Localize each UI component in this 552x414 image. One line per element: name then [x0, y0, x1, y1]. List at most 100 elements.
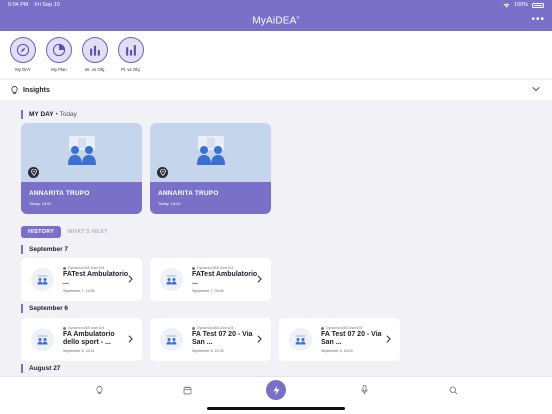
my-day-card[interactable]: ANNARITA TRUPO Today, 18:51: [21, 123, 142, 214]
history-tabs: HISTORY WHAT'S NEXT: [21, 226, 108, 238]
battery-icon: [532, 2, 544, 8]
chevron-down-icon[interactable]: [532, 86, 540, 92]
app-header: MyAiDEA® •••: [0, 10, 552, 31]
calendar-icon: [183, 386, 191, 394]
section-accent-bar: [21, 110, 23, 119]
section-accent-bar: [21, 304, 23, 313]
quick-action-label: My DAY: [15, 67, 31, 72]
visit-icon: [160, 328, 183, 351]
home-indicator[interactable]: [207, 407, 345, 410]
history-owner: Dynamics365 User104: [63, 326, 104, 330]
section-accent-bar: [21, 245, 23, 254]
chevron-right-icon[interactable]: [257, 335, 262, 343]
quick-actions: My DAY My Plan Int. vs Obj. Pl. vs Obj.: [0, 31, 552, 78]
status-bar: 5:04 PM Fri Sep 10 100%: [0, 0, 552, 10]
insights-bar[interactable]: Insights: [0, 80, 552, 100]
visit-icon: [160, 268, 183, 291]
history-date: September 6, 21:05: [192, 349, 224, 353]
quick-action-my-day[interactable]: My DAY: [10, 37, 36, 78]
owner-name: Dynamics365 User104: [68, 326, 105, 330]
compass-icon: [10, 37, 36, 63]
history-card[interactable]: Dynamics365 User104 FA Ambulatorio dello…: [21, 318, 142, 361]
chevron-right-icon[interactable]: [128, 275, 133, 283]
history-date: September 7, 14:54: [63, 289, 95, 293]
tab-whats-next[interactable]: WHAT'S NEXT: [67, 229, 108, 235]
app-brand: MyAiDEA®: [252, 15, 299, 26]
nav-calendar[interactable]: [180, 383, 194, 397]
owner-dot: [192, 326, 195, 330]
search-icon: [449, 386, 458, 395]
history-date-header: September 6: [21, 304, 68, 313]
lightbulb-icon: [95, 385, 103, 394]
my-day-label: MY DAY: [29, 111, 54, 118]
card-footer: ANNARITA TRUPO Today, 18:51: [21, 182, 142, 214]
history-card[interactable]: Dynamics365 User104 FATest Ambulatorio .…: [150, 258, 271, 301]
history-owner: Dynamics365 User104: [63, 266, 104, 270]
quick-action-label: Int. vs Obj.: [84, 67, 106, 72]
quick-action-my-plan[interactable]: My Plan: [46, 37, 72, 78]
chevron-right-icon[interactable]: [386, 335, 391, 343]
history-card[interactable]: Dynamics365 User104 FATest Ambulatorio .…: [21, 258, 142, 301]
owner-name: Dynamics365 User104: [326, 326, 363, 330]
bar-chart-icon: [82, 37, 108, 63]
history-card[interactable]: Dynamics365 User104 FA Test 07 20 - Via …: [279, 318, 400, 361]
location-pin-icon: [157, 167, 168, 178]
quick-action-int-vs-obj[interactable]: Int. vs Obj.: [82, 37, 108, 78]
battery-percent: 100%: [513, 2, 528, 8]
history-date-label: August 27: [29, 365, 61, 372]
nav-search[interactable]: [446, 383, 460, 397]
section-accent-bar: [21, 364, 23, 373]
appointment-time: Today, 18:24: [158, 201, 181, 206]
chevron-right-icon[interactable]: [128, 335, 133, 343]
visit-icon: [31, 268, 54, 291]
contact-name: ANNARITA TRUPO: [158, 190, 219, 197]
quick-action-label: My Plan: [51, 67, 67, 72]
history-title: FA Ambulatorio dello sport - ...: [63, 331, 115, 346]
history-date-label: September 6: [29, 305, 69, 312]
history-date: September 7, 09:46: [192, 289, 224, 293]
status-date: Fri Sep 10: [34, 2, 60, 8]
nav-home[interactable]: [266, 380, 286, 400]
history-date: September 6, 18:03: [321, 349, 353, 353]
history-date: September 6, 22:11: [63, 349, 95, 353]
history-title: FA Test 07 20 - Via San ...: [192, 331, 253, 346]
brand-name: MyAiDEA: [252, 15, 297, 27]
history-card[interactable]: Dynamics365 User104 FA Test 07 20 - Via …: [150, 318, 271, 361]
history-title: FATest Ambulatorio ...: [63, 271, 129, 286]
visit-icon: [289, 328, 312, 351]
history-title: FA Test 07 20 - Via San ...: [321, 331, 382, 346]
my-day-card[interactable]: ANNARITA TRUPO Today, 18:24: [150, 123, 271, 214]
card-illustration: [150, 123, 271, 182]
history-owner: Dynamics365 User104: [192, 326, 233, 330]
history-date-label: September 7: [29, 246, 69, 253]
microphone-icon: [360, 385, 368, 395]
more-options-icon[interactable]: •••: [531, 15, 545, 25]
history-owner: Dynamics365 User104: [321, 326, 362, 330]
people-icon: [197, 136, 225, 165]
owner-name: Dynamics365 User104: [197, 326, 234, 330]
pie-chart-icon: [46, 37, 72, 63]
history-owner: Dynamics365 User104: [192, 266, 233, 270]
my-day-subtitle: • Today: [55, 111, 77, 118]
owner-dot: [63, 326, 66, 330]
appointment-time: Today, 18:51: [29, 201, 52, 206]
nav-microphone[interactable]: [357, 383, 371, 397]
quick-action-label: Pl. vs Obj.: [121, 67, 141, 72]
owner-dot: [321, 326, 324, 330]
lightning-icon: [272, 385, 280, 395]
owner-dot: [63, 266, 66, 270]
visit-icon: [31, 328, 54, 351]
status-time: 5:04 PM: [8, 2, 29, 8]
tab-history[interactable]: HISTORY: [21, 226, 62, 238]
contact-name: ANNARITA TRUPO: [29, 190, 90, 197]
wifi-icon: [503, 3, 510, 8]
chevron-right-icon[interactable]: [257, 275, 262, 283]
card-footer: ANNARITA TRUPO Today, 18:24: [150, 182, 271, 214]
my-day-title: MY DAY • Today: [21, 110, 77, 119]
lightbulb-icon: [11, 85, 18, 94]
nav-insights[interactable]: [92, 383, 106, 397]
history-date-header: September 7: [21, 245, 68, 254]
bar-chart-icon: [118, 37, 144, 63]
quick-action-pl-vs-obj[interactable]: Pl. vs Obj.: [118, 37, 144, 78]
location-pin-icon: [28, 167, 39, 178]
